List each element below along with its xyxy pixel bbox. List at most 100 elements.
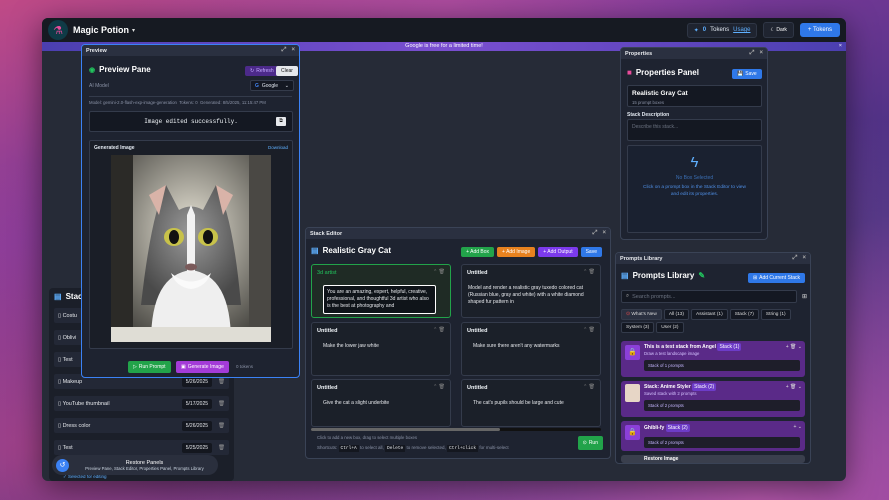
maximize-icon[interactable]: ⤢ [793, 255, 798, 262]
grid-view-icon[interactable]: ⊞ [802, 293, 807, 300]
box-actions-icons[interactable]: ⌃ 🗑 [433, 269, 445, 275]
restore-panels-toast[interactable]: ↺ Restore Panels Preview Pane, Stack Edi… [52, 455, 218, 475]
box-actions-icons[interactable]: ⌃ 🗑 [583, 384, 595, 390]
stack-date: 5/26/2025 [181, 376, 213, 387]
save-icon: 💾 [737, 71, 744, 77]
model-select[interactable]: G Google ⌄ [250, 80, 294, 91]
potion-logo-icon: ⚗ [48, 20, 68, 40]
chip-system[interactable]: System (3) [621, 322, 655, 333]
prompts-library-header[interactable]: Prompts Library ⤢ × [616, 253, 810, 264]
library-item[interactable]: Stack: Anime Styler Stack (2) Saved stac… [621, 381, 805, 417]
maximize-icon[interactable]: ⤢ [750, 50, 755, 57]
stack-name-field[interactable]: Realistic Gray Cat 15 prompt boxes [627, 85, 762, 107]
prompt-box[interactable]: Untitled ⌃ 🗑 The cat's pupils should be … [461, 379, 601, 427]
prompt-box[interactable]: 3d artist ⌃ 🗑 You are an amazing, expert… [311, 264, 451, 318]
chip-assistant[interactable]: Assistant (1) [691, 309, 728, 320]
properties-save-button[interactable]: 💾 Save [732, 69, 762, 79]
box-actions-icons[interactable]: ⌃ 🗑 [583, 269, 595, 275]
moon-icon: ☾ [770, 27, 775, 33]
prompt-box[interactable]: Untitled ⌃ 🗑 Give the cat a slight under… [311, 379, 451, 427]
stack-badge: Stack (2) [692, 383, 717, 391]
chip-all[interactable]: All (13) [663, 309, 690, 320]
download-link[interactable]: Download [268, 145, 288, 150]
item-actions-icons[interactable]: + ⌄ [794, 424, 803, 430]
generate-image-button[interactable]: ▣ Generate Image [176, 361, 229, 373]
properties-heading: ■ Properties Panel [627, 68, 699, 77]
run-stack-button[interactable]: ⊙ Run [577, 436, 603, 450]
close-icon[interactable]: × [759, 50, 763, 57]
stack-row[interactable]: ▯ Test 5/25/2025 🗑 [54, 440, 229, 455]
add-current-stack-button[interactable]: ⊞ Add Current Stack [747, 273, 805, 283]
prompt-box[interactable]: Untitled ⌃ 🗑 Make sure there aren't any … [461, 322, 601, 376]
trash-icon[interactable]: 🗑 [218, 379, 225, 385]
item-actions-icons[interactable]: + 🗑 ⌄ [786, 384, 802, 390]
google-icon: G [255, 82, 259, 89]
box-actions-icons[interactable]: ⌃ 🗑 [433, 384, 445, 390]
chip-whats-new[interactable]: ⊙ What's New [621, 309, 662, 320]
refresh-button[interactable]: ↻ Refresh [245, 66, 279, 76]
app-title[interactable]: Magic Potion [73, 25, 129, 35]
shortcuts-text: Shortcuts: Ctrl+A to select all, Delete … [317, 445, 509, 452]
add-tokens-button[interactable]: + Tokens [799, 23, 840, 37]
stack-row[interactable]: ▯ YouTube thumbnail 5/17/2025 🗑 [54, 396, 229, 411]
run-prompt-button[interactable]: ▷ Run Prompt [128, 361, 171, 373]
library-item[interactable]: Restore Image [621, 455, 805, 463]
description-label: Stack Description [627, 112, 670, 118]
stack-row[interactable]: ▯ Dress color 5/26/2025 🗑 [54, 418, 229, 433]
properties-window: Properties ⤢ × ■ Properties Panel 💾 Save Re… [620, 47, 768, 240]
stack-editor-window: Stack Editor ⤢ × ▤ Realistic Gray Cat + Ad… [305, 227, 611, 459]
library-search-input[interactable]: ⌕ Search prompts... [621, 290, 797, 303]
add-box-button[interactable]: + Add Box [461, 247, 495, 257]
library-item[interactable]: 🔒 This is a test stack from Angel Stack … [621, 341, 805, 377]
add-image-button[interactable]: + Add Image [497, 247, 536, 257]
usage-link[interactable]: Usage [733, 27, 750, 33]
refresh-icon: ↻ [250, 68, 255, 74]
stack-save-button[interactable]: Save [580, 247, 602, 257]
description-textarea[interactable]: Describe this stack... [627, 119, 762, 141]
horizontal-scrollbar[interactable] [311, 428, 601, 431]
item-actions-icons[interactable]: + 🗑 ⌄ [786, 344, 802, 350]
close-icon[interactable]: × [291, 47, 295, 54]
pencil-icon[interactable]: ✎ [698, 271, 705, 280]
close-icon[interactable]: × [602, 230, 606, 237]
close-icon[interactable]: × [802, 255, 806, 262]
maximize-icon[interactable]: ⤢ [282, 47, 287, 54]
stack-editor-heading: ▤ Realistic Gray Cat [311, 246, 392, 255]
search-icon: ⌕ [626, 293, 630, 299]
trash-icon[interactable]: 🗑 [218, 445, 225, 451]
top-bar: ⚗ Magic Potion ▾ ✦ 0 Tokens Usage ☾ Dark… [42, 18, 846, 42]
sparkle-icon: ✦ [693, 27, 699, 34]
clear-button[interactable]: Clear [276, 66, 298, 76]
trash-icon[interactable]: 🗑 [218, 401, 225, 407]
maximize-icon[interactable]: ⤢ [593, 230, 598, 237]
library-item[interactable]: 🔒 Ghibli-fy Stack (2) + ⌄ Stack of 2 pro… [621, 421, 805, 451]
trash-icon[interactable]: 🗑 [218, 423, 225, 429]
stack-date: 5/25/2025 [181, 442, 213, 453]
tokens-label: Tokens [710, 27, 730, 33]
add-output-button[interactable]: + Add Output [538, 247, 578, 257]
chip-user[interactable]: User (2) [656, 322, 684, 333]
box-actions-icons[interactable]: ⌃ 🗑 [583, 327, 595, 333]
editor-hint: Click to add a new box, drag to select m… [317, 435, 418, 440]
properties-window-header[interactable]: Properties ⤢ × [621, 48, 767, 59]
stack-editor-header[interactable]: Stack Editor ⤢ × [306, 228, 610, 239]
stack-date: 5/17/2025 [181, 398, 213, 409]
chip-string[interactable]: String (1) [760, 309, 791, 320]
stack-badge: Stack (2) [665, 424, 690, 432]
token-counter: ✦ 0 Tokens Usage [686, 22, 758, 38]
restore-subtitle: Preview Pane, Stack Editor, Properties P… [85, 465, 204, 471]
chevron-down-icon[interactable]: ▾ [132, 27, 135, 34]
dark-mode-toggle[interactable]: ☾ Dark [763, 22, 794, 38]
chip-stack[interactable]: Stack (7) [729, 309, 759, 320]
prompt-box[interactable]: Untitled ⌃ 🗑 Model and render a realisti… [461, 264, 601, 318]
preview-window-header[interactable]: Preview ⤢ × [82, 45, 299, 56]
cat-image [111, 155, 271, 342]
tokens-hint: 0 tokens [236, 364, 254, 369]
settings-square-icon: ■ [627, 68, 632, 77]
filter-chips: ⊙ What's New All (13) Assistant (1) Stack (… [621, 309, 801, 335]
play-icon: ⊙ [582, 440, 587, 446]
close-icon[interactable]: × [839, 42, 842, 51]
box-actions-icons[interactable]: ⌃ 🗑 [433, 327, 445, 333]
copy-icon[interactable]: ⧉ [276, 117, 286, 126]
prompt-box[interactable]: Untitled ⌃ 🗑 Make the lower jaw white [311, 322, 451, 376]
